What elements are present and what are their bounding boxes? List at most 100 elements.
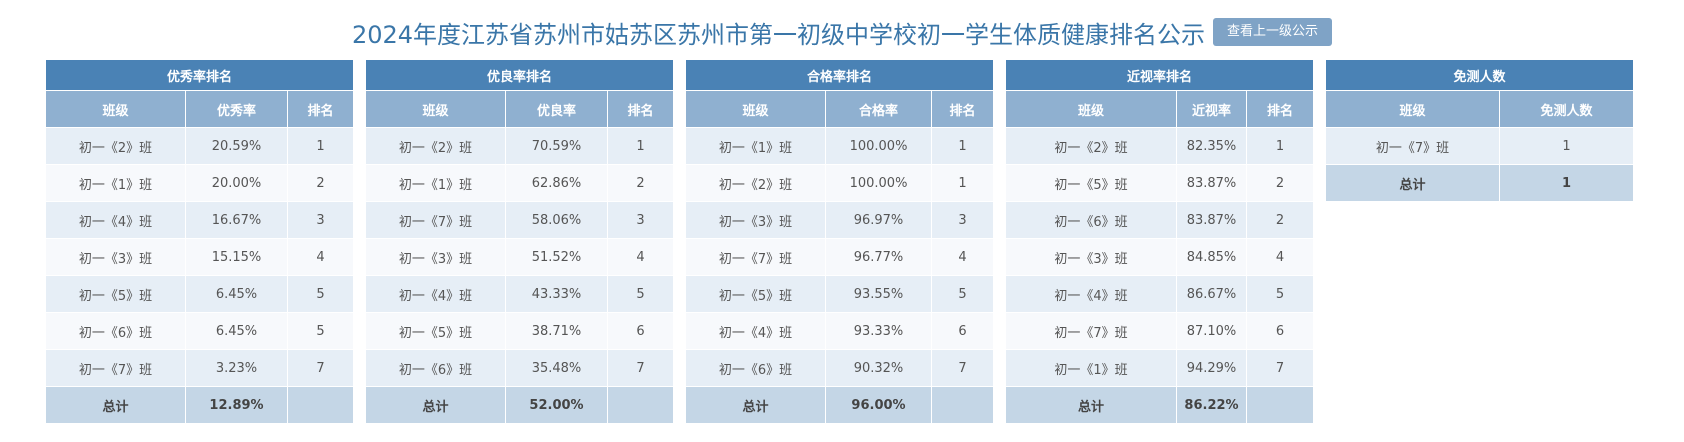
table-cell: 6 xyxy=(606,312,675,350)
column-header: 排名 xyxy=(286,90,355,128)
table-row: 初一《7》班 87.10% 6 xyxy=(1005,312,1315,350)
table-cell: 96.97% xyxy=(825,201,932,239)
table-cell: 4 xyxy=(606,238,675,276)
table-cell: 初一《4》班 xyxy=(45,201,186,239)
table-cell: 51.52% xyxy=(505,238,608,276)
table-cell: 初一《3》班 xyxy=(1005,238,1177,276)
table-row: 初一《5》班 38.71% 6 xyxy=(365,312,675,350)
table-cell: 初一《6》班 xyxy=(1005,201,1177,239)
table-cell: 初一《7》班 xyxy=(685,238,826,276)
table-cell: 初一《4》班 xyxy=(365,275,506,313)
table-row: 初一《1》班 100.00% 1 xyxy=(685,127,995,165)
table-row: 初一《5》班 6.45% 5 xyxy=(45,275,355,313)
table-caption: 免测人数 xyxy=(1324,59,1635,91)
column-header: 优良率 xyxy=(505,90,608,128)
table-cell: 6 xyxy=(930,312,995,350)
table-row: 初一《3》班 84.85% 4 xyxy=(1005,238,1315,276)
table-cell: 35.48% xyxy=(505,349,608,387)
table-cell: 初一《5》班 xyxy=(685,275,826,313)
table-row: 初一《1》班 20.00% 2 xyxy=(45,164,355,202)
table-row: 初一《6》班 6.45% 5 xyxy=(45,312,355,350)
table-cell: 1 xyxy=(1498,127,1635,165)
table-cell: 初一《4》班 xyxy=(685,312,826,350)
table-cell: 初一《2》班 xyxy=(1005,127,1177,165)
table-row: 初一《6》班 90.32% 7 xyxy=(685,349,995,387)
table-cell: 90.32% xyxy=(825,349,932,387)
pass-rate-table: 合格率排名 班级 合格率 排名 初一《1》班 100.00% 1 初一《2》班 100.00% 1… xyxy=(684,59,995,424)
total-cell xyxy=(286,386,355,424)
table-row: 初一《6》班 83.87% 2 xyxy=(1005,201,1315,239)
total-cell xyxy=(930,386,995,424)
total-row: 总计 52.00% xyxy=(365,386,675,424)
table-cell: 93.55% xyxy=(825,275,932,313)
table-row: 初一《2》班 82.35% 1 xyxy=(1005,127,1315,165)
table-cell: 100.00% xyxy=(825,164,932,202)
good-rate-table: 优良率排名 班级 优良率 排名 初一《2》班 70.59% 1 初一《1》班 62.86% 2 初一… xyxy=(364,59,675,424)
table-row: 初一《7》班 58.06% 3 xyxy=(365,201,675,239)
table-cell: 100.00% xyxy=(825,127,932,165)
table-row: 初一《4》班 93.33% 6 xyxy=(685,312,995,350)
table-cell: 6.45% xyxy=(185,312,288,350)
table-cell: 初一《1》班 xyxy=(365,164,506,202)
table-cell: 58.06% xyxy=(505,201,608,239)
table-cell: 3 xyxy=(286,201,355,239)
table-cell: 5 xyxy=(930,275,995,313)
total-cell xyxy=(606,386,675,424)
column-header: 班级 xyxy=(1325,90,1500,128)
table-cell: 初一《7》班 xyxy=(365,201,506,239)
table-cell: 62.86% xyxy=(505,164,608,202)
table-cell: 1 xyxy=(606,127,675,165)
excellent-rate-table: 优秀率排名 班级 优秀率 排名 初一《2》班 20.59% 1 初一《1》班 20.00% 2 初一… xyxy=(44,59,355,424)
table-cell: 83.87% xyxy=(1176,201,1247,239)
table-row: 初一《5》班 93.55% 5 xyxy=(685,275,995,313)
column-header: 合格率 xyxy=(825,90,932,128)
table-row: 初一《4》班 43.33% 5 xyxy=(365,275,675,313)
table-row: 初一《3》班 96.97% 3 xyxy=(685,201,995,239)
table-cell: 83.87% xyxy=(1176,164,1247,202)
total-cell: 52.00% xyxy=(505,386,608,424)
table-cell: 初一《6》班 xyxy=(45,312,186,350)
table-row: 初一《7》班 96.77% 4 xyxy=(685,238,995,276)
table-cell: 6 xyxy=(1245,312,1315,350)
column-header: 排名 xyxy=(930,90,995,128)
table-caption: 近视率排名 xyxy=(1004,59,1315,91)
table-cell: 初一《7》班 xyxy=(1325,127,1500,165)
table-cell: 20.59% xyxy=(185,127,288,165)
table-cell: 1 xyxy=(1245,127,1315,165)
table-row: 初一《4》班 16.67% 3 xyxy=(45,201,355,239)
view-previous-level-button[interactable]: 查看上一级公示 xyxy=(1213,18,1333,46)
table-cell: 3.23% xyxy=(185,349,288,387)
table-row: 初一《5》班 83.87% 2 xyxy=(1005,164,1315,202)
table-cell: 初一《4》班 xyxy=(1005,275,1177,313)
column-header: 近视率 xyxy=(1176,90,1247,128)
table-cell: 93.33% xyxy=(825,312,932,350)
table-row: 初一《7》班 1 xyxy=(1325,127,1635,165)
table-cell: 4 xyxy=(286,238,355,276)
table-cell: 5 xyxy=(1245,275,1315,313)
table-row: 初一《3》班 15.15% 4 xyxy=(45,238,355,276)
table-cell: 初一《3》班 xyxy=(685,201,826,239)
column-header: 优秀率 xyxy=(185,90,288,128)
table-cell: 3 xyxy=(930,201,995,239)
exempt-count-table: 免测人数 班级 免测人数 初一《7》班 1 总计 1 xyxy=(1324,59,1635,202)
table-caption: 优秀率排名 xyxy=(44,59,355,91)
total-cell: 86.22% xyxy=(1176,386,1247,424)
table-cell: 86.67% xyxy=(1176,275,1247,313)
table-cell: 初一《2》班 xyxy=(365,127,506,165)
table-cell: 初一《6》班 xyxy=(365,349,506,387)
total-cell: 总计 xyxy=(685,386,826,424)
column-header: 免测人数 xyxy=(1498,90,1635,128)
table-cell: 初一《6》班 xyxy=(685,349,826,387)
table-cell: 6.45% xyxy=(185,275,288,313)
table-cell: 5 xyxy=(286,275,355,313)
table-cell: 2 xyxy=(1245,201,1315,239)
table-row: 初一《3》班 51.52% 4 xyxy=(365,238,675,276)
table-cell: 7 xyxy=(930,349,995,387)
table-cell: 2 xyxy=(1245,164,1315,202)
total-row: 总计 96.00% xyxy=(685,386,995,424)
table-cell: 1 xyxy=(286,127,355,165)
table-cell: 初一《2》班 xyxy=(685,164,826,202)
table-row: 初一《2》班 20.59% 1 xyxy=(45,127,355,165)
table-cell: 82.35% xyxy=(1176,127,1247,165)
total-cell: 总计 xyxy=(1005,386,1177,424)
